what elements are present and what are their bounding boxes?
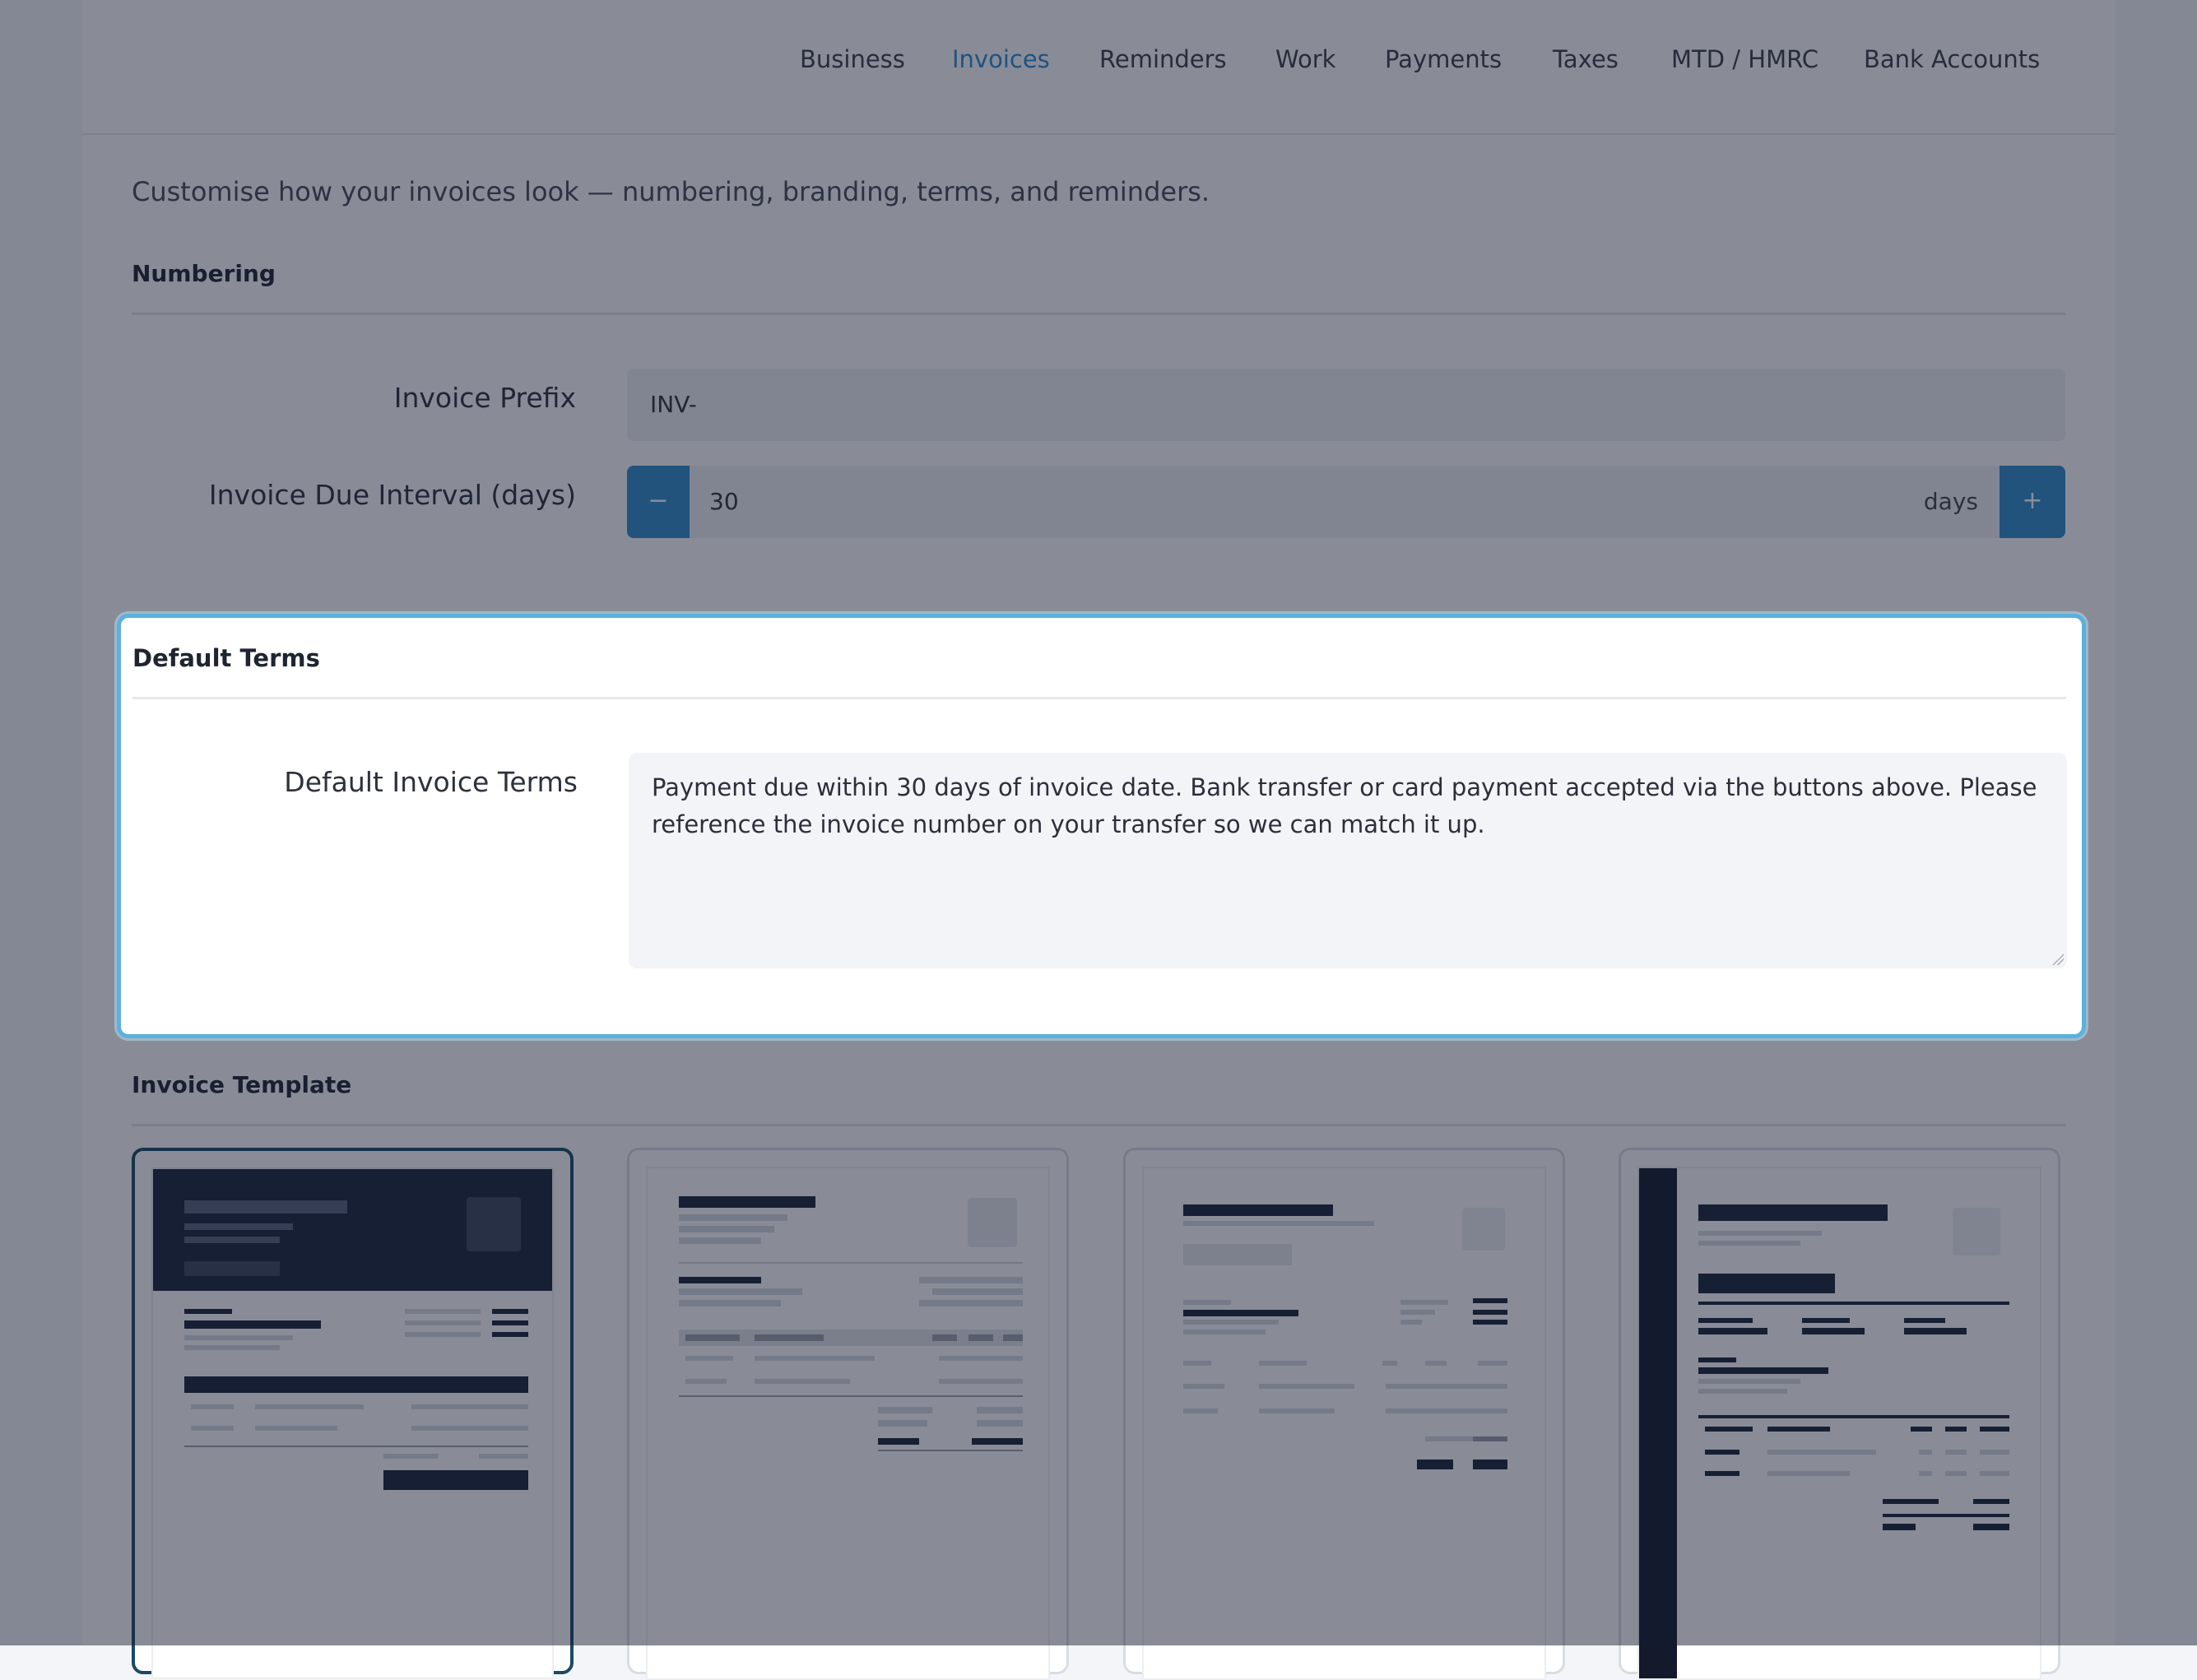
tab-reminders[interactable]: Reminders: [1099, 45, 1227, 73]
invoice-prefix-input[interactable]: INV-: [627, 369, 2065, 441]
section-title-default-terms: Default Terms: [132, 644, 320, 672]
default-terms-card: Default Terms Default Invoice Terms Paym…: [117, 614, 2086, 1038]
divider: [132, 697, 2066, 699]
due-interval-unit: days: [1923, 488, 1978, 515]
invoice-prefix-label: Invoice Prefix: [393, 382, 576, 414]
template-option-minimal[interactable]: [1123, 1148, 1565, 1680]
template-option-classic[interactable]: [627, 1148, 1069, 1680]
increment-button[interactable]: +: [2000, 466, 2065, 538]
template-option-sidebar[interactable]: [1619, 1148, 2060, 1680]
tab-taxes[interactable]: Taxes: [1553, 45, 1619, 73]
tab-invoices[interactable]: Invoices: [952, 45, 1050, 73]
due-interval-input[interactable]: 30: [709, 466, 739, 538]
due-interval-stepper: − 30 days +: [627, 466, 2065, 538]
template-preview: [1637, 1167, 2041, 1680]
tab-work[interactable]: Work: [1275, 45, 1335, 73]
tab-mtd-hmrc[interactable]: MTD / HMRC: [1671, 45, 1818, 73]
settings-nav: Business Invoices Reminders Work Payment…: [82, 0, 2115, 135]
section-title-invoice-template: Invoice Template: [132, 1071, 352, 1098]
divider: [132, 313, 2065, 315]
divider: [132, 1124, 2065, 1126]
resize-handle-icon[interactable]: [2052, 954, 2064, 965]
default-invoice-terms-textarea[interactable]: Payment due within 30 days of invoice da…: [629, 753, 2067, 968]
template-preview: [151, 1167, 554, 1679]
section-title-numbering: Numbering: [132, 260, 276, 287]
page-intro: Customise how your invoices look — numbe…: [132, 176, 1210, 207]
decrement-button[interactable]: −: [627, 466, 690, 538]
tab-payments[interactable]: Payments: [1385, 45, 1502, 73]
template-preview: [1142, 1167, 1546, 1680]
tab-business[interactable]: Business: [800, 45, 905, 73]
template-option-banner[interactable]: [132, 1148, 574, 1679]
template-preview: [646, 1167, 1050, 1680]
default-invoice-terms-label: Default Invoice Terms: [284, 766, 578, 798]
tab-bank-accounts[interactable]: Bank Accounts: [1864, 45, 2040, 73]
due-interval-label: Invoice Due Interval (days): [208, 479, 576, 511]
terms-text: Payment due within 30 days of invoice da…: [652, 773, 2037, 838]
